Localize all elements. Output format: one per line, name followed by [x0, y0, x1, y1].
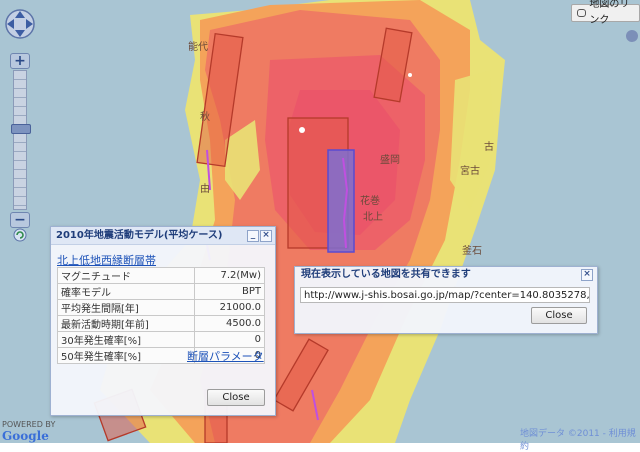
lake: [408, 73, 412, 77]
place-label: 釜石: [462, 246, 482, 257]
property-value: 21000.0: [194, 299, 265, 316]
fault-name-link[interactable]: 北上低地西縁断層帯: [57, 252, 156, 268]
property-label: 30年発生確率[%]: [56, 331, 196, 348]
property-label: 50年発生確率[%]: [56, 347, 196, 364]
property-value: 0: [194, 331, 265, 348]
place-label: 能代: [188, 42, 208, 53]
minimize-icon[interactable]: _: [247, 230, 259, 242]
share-map-dialog: 現在表示している地図を共有できます × http://www.j-shis.bo…: [294, 266, 598, 334]
place-label: 宮古: [460, 166, 480, 177]
property-label: マグニチュード: [56, 267, 196, 284]
powered-by-label: POWERED BY: [2, 420, 56, 429]
place-label: 花巻: [360, 196, 380, 207]
map-data-copyright[interactable]: 地図データ ©2011 - 利用規約: [520, 426, 640, 452]
place-label: 由: [200, 184, 210, 195]
table-row: 確率モデル BPT: [56, 283, 265, 300]
table-row: 最新活動時期[年前] 4500.0: [56, 315, 265, 332]
property-value: 4500.0: [194, 315, 265, 332]
share-close-button[interactable]: Close: [531, 307, 587, 324]
property-label: 最新活動時期[年前]: [56, 315, 196, 332]
property-label: 平均発生間隔[年]: [56, 299, 196, 316]
panel-header: 2010年地震活動モデル(平均ケース) _ ×: [51, 227, 275, 245]
property-value: 7.2(Mw): [194, 267, 265, 284]
place-label: 盛岡: [380, 155, 400, 166]
link-icon: [577, 9, 587, 17]
map-link-label: 地図のリンク: [589, 0, 630, 26]
fault-parameter-link[interactable]: 断層パラメータ: [187, 348, 264, 364]
place-label: 古: [484, 142, 494, 153]
table-row: マグニチュード 7.2(Mw): [56, 267, 265, 284]
selected-fault-zone[interactable]: [327, 149, 355, 253]
refresh-icon[interactable]: [13, 228, 27, 242]
share-url-field[interactable]: http://www.j-shis.bosai.go.jp/map/?cente…: [300, 287, 590, 303]
zoom-slider-thumb[interactable]: [11, 124, 31, 134]
panel-close-button[interactable]: Close: [207, 389, 265, 406]
zoom-slider-track[interactable]: [13, 70, 27, 210]
map-link-button[interactable]: 地図のリンク: [571, 0, 640, 26]
google-wordmark: Google: [2, 429, 49, 443]
table-row: 30年発生確率[%] 0: [56, 331, 265, 348]
close-icon[interactable]: ×: [260, 230, 272, 242]
zoom-in-button[interactable]: +: [10, 53, 30, 69]
google-logo[interactable]: POWERED BY Google: [2, 420, 55, 443]
share-dialog-title: 現在表示している地図を共有できます: [301, 269, 471, 280]
property-label: 確率モデル: [56, 283, 196, 300]
place-label: 秋: [200, 112, 210, 123]
fault-info-panel: 2010年地震活動モデル(平均ケース) _ × 北上低地西縁断層帯 マグニチュー…: [50, 226, 276, 416]
zoom-out-button[interactable]: −: [10, 212, 30, 228]
lake: [299, 127, 305, 133]
table-row: 平均発生間隔[年] 21000.0: [56, 299, 265, 316]
pan-control[interactable]: [4, 8, 36, 40]
panel-title: 2010年地震活動モデル(平均ケース): [56, 230, 223, 241]
property-value: BPT: [194, 283, 265, 300]
share-dialog-header: 現在表示している地図を共有できます ×: [295, 267, 597, 282]
side-widget-icon[interactable]: [626, 30, 638, 42]
close-icon[interactable]: ×: [581, 269, 593, 281]
place-label: 北上: [363, 212, 383, 223]
